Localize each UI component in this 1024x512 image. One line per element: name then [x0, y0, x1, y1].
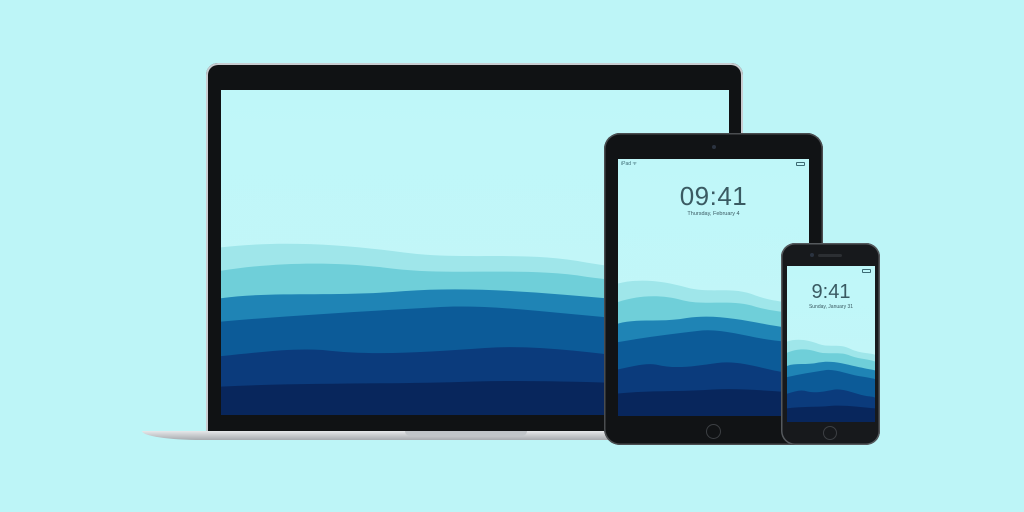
iphone-lock-screen: 9:41 Sunday, January 31: [787, 266, 875, 422]
camera-icon: [810, 253, 814, 257]
speaker-grille: [818, 254, 842, 257]
status-carrier: iPad ᯤ: [621, 161, 637, 167]
lock-time: 09:41: [679, 181, 748, 211]
camera-icon: [712, 145, 716, 149]
laptop-notch: [405, 431, 527, 436]
home-button[interactable]: [706, 424, 721, 439]
lock-time: 9:41: [811, 281, 851, 303]
lock-date: Thursday, February 4: [687, 211, 740, 217]
home-button[interactable]: [823, 426, 837, 440]
battery-icon: [862, 269, 871, 273]
lock-date: Sunday, January 31: [808, 304, 854, 310]
battery-icon: [796, 162, 805, 166]
